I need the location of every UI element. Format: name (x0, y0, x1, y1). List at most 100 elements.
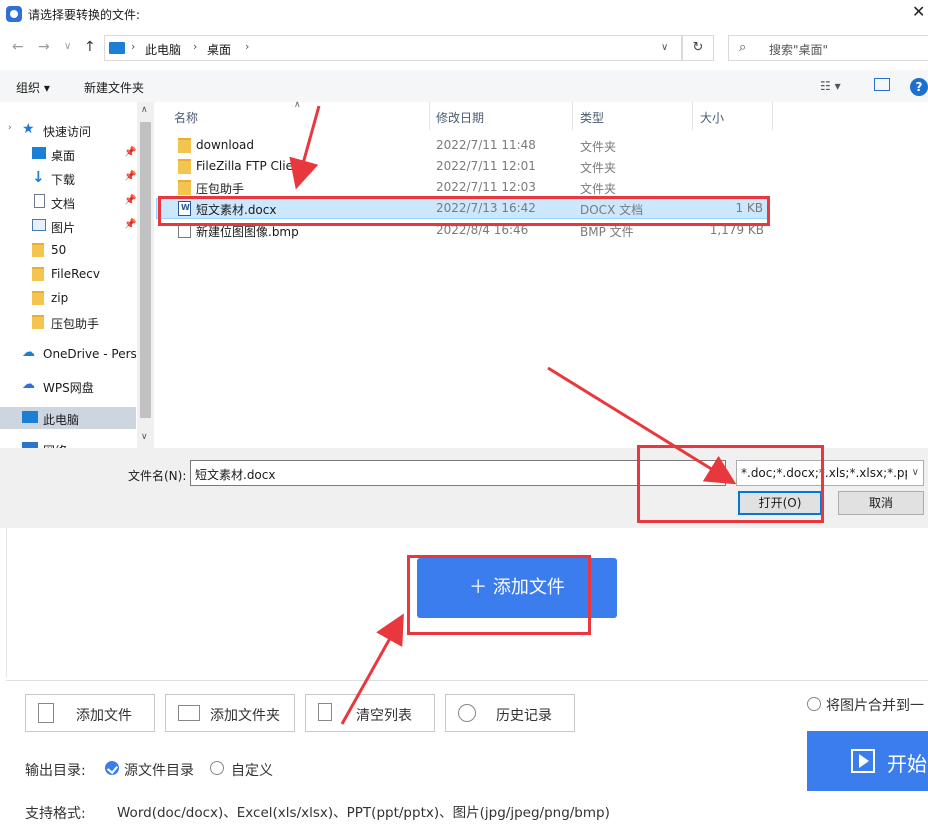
button-label: 历史记录 (496, 708, 552, 724)
add-folder-button[interactable]: 添加文件夹 (165, 694, 295, 732)
file-row[interactable]: download 2022/7/11 11:48 文件夹 (156, 135, 770, 156)
organize-menu[interactable]: 组织 ▾ (16, 79, 50, 96)
start-label: 开始 (887, 752, 927, 776)
open-file-dialog: 请选择要转换的文件: ✕ ← → ∨ ↑ › 此电脑 › 桌面 › ∨ ↻ ⌕ … (0, 0, 928, 528)
pin-icon[interactable]: 📌 (124, 147, 136, 158)
source-dir-label: 源文件目录 (124, 763, 194, 779)
file-list: ∧ 名称 修改日期 类型 大小 download 2022/7/11 11:48… (156, 100, 928, 448)
column-header-name[interactable]: 名称 (174, 109, 198, 126)
cancel-button[interactable]: 取消 (838, 491, 924, 515)
scroll-up-icon[interactable]: ∧ (141, 105, 148, 115)
nav-onedrive[interactable]: ☁ OneDrive - Perso (0, 343, 144, 365)
chevron-down-icon[interactable]: › (8, 123, 12, 133)
file-type-filter[interactable]: *.doc;*.docx;*.xls;*.xlsx;*.ppt;* ∨ (736, 460, 924, 486)
chevron-down-icon[interactable]: ∨ (714, 467, 721, 478)
filename-input[interactable]: 短文素材.docx ∨ (190, 460, 726, 486)
filename-value: 短文素材.docx (195, 468, 276, 482)
file-row[interactable]: FileZilla FTP Client 2022/7/11 12:01 文件夹 (156, 156, 770, 177)
file-date: 2022/7/11 12:01 (436, 159, 536, 173)
add-file-main-button[interactable]: ＋ 添加文件 (417, 558, 617, 618)
nav-scrollbar[interactable]: ∧ ∨ (137, 102, 154, 448)
new-folder-button[interactable]: 新建文件夹 (84, 79, 144, 96)
nav-label: 压包助手 (51, 317, 100, 331)
nav-label: 文档 (51, 197, 76, 211)
nav-folder-zip[interactable]: zip (0, 287, 136, 309)
breadcrumb-this-pc[interactable]: 此电脑 (145, 41, 181, 58)
scroll-down-icon[interactable]: ∨ (141, 432, 148, 442)
view-options-icon[interactable]: ☷ ▾ (820, 79, 841, 93)
preview-pane-icon[interactable] (874, 78, 890, 91)
nav-folder-compress-helper[interactable]: 压包助手 (0, 311, 136, 333)
folder-icon (32, 315, 44, 329)
history-button[interactable]: 历史记录 (445, 694, 575, 732)
scroll-thumb[interactable] (140, 122, 151, 418)
nav-label: FileRecv (51, 267, 100, 281)
nav-network[interactable]: 网络 (0, 438, 136, 448)
navigation-pane: › ★ 快速访问 桌面 📌 ↓ 下载 📌 文档 📌 图片 📌 50 FileRe… (0, 102, 156, 448)
nav-label: WPS网盘 (43, 381, 94, 395)
nav-desktop[interactable]: 桌面 📌 (0, 143, 136, 165)
custom-dir-radio[interactable] (210, 761, 224, 775)
breadcrumb-desktop[interactable]: 桌面 (207, 41, 231, 58)
nav-documents[interactable]: 文档 📌 (0, 191, 136, 213)
source-dir-radio[interactable] (105, 761, 119, 775)
add-folder-icon (178, 705, 200, 721)
dialog-toolbar: 组织 ▾ 新建文件夹 ☷ ▾ (0, 70, 928, 102)
nav-label: OneDrive - Perso (43, 347, 145, 361)
file-type: 文件夹 (580, 140, 617, 154)
close-icon[interactable]: ✕ (912, 2, 925, 21)
cloud-icon: ☁ (22, 345, 35, 360)
open-button[interactable]: 打开(O) (738, 491, 822, 515)
computer-icon (22, 411, 38, 423)
chevron-down-icon[interactable]: ∨ (661, 42, 668, 53)
up-arrow-icon[interactable]: ↑ (84, 39, 96, 55)
file-row[interactable]: 新建位图图像.bmp 2022/8/4 16:46 BMP 文件 1,179 K… (156, 220, 770, 241)
formats-label: 支持格式: (25, 806, 86, 822)
start-button[interactable]: 开始 (807, 731, 928, 791)
button-label: 清空列表 (356, 708, 412, 724)
folder-icon (32, 243, 44, 257)
nav-folder-50[interactable]: 50 (0, 239, 136, 261)
chevron-down-icon[interactable]: ∨ (912, 467, 919, 478)
help-icon[interactable]: ? (910, 78, 928, 96)
refresh-icon[interactable]: ↻ (682, 35, 714, 61)
folder-icon (32, 291, 44, 305)
file-name: 短文素材.docx (196, 203, 277, 217)
nav-label: 此电脑 (43, 413, 80, 427)
file-row[interactable]: 压包助手 2022/7/11 12:03 文件夹 (156, 177, 770, 198)
column-header-size[interactable]: 大小 (700, 109, 724, 126)
nav-quick-access[interactable]: › ★ 快速访问 (0, 119, 136, 141)
search-input[interactable]: ⌕ 搜索"桌面" (728, 35, 928, 61)
file-row-selected[interactable]: W 短文素材.docx 2022/7/13 16:42 DOCX 文档 1 KB (156, 198, 770, 219)
address-bar[interactable]: › 此电脑 › 桌面 › ∨ (104, 35, 682, 61)
divider (6, 680, 928, 681)
sort-up-icon: ∧ (294, 100, 301, 110)
download-icon: ↓ (32, 168, 45, 186)
add-file-button[interactable]: 添加文件 (25, 694, 155, 732)
nav-this-pc[interactable]: 此电脑 (0, 407, 136, 429)
merge-images-radio[interactable] (807, 697, 821, 711)
cloud-icon: ☁ (22, 377, 35, 392)
nav-wps-cloud[interactable]: ☁ WPS网盘 (0, 375, 136, 397)
column-separator (572, 102, 573, 130)
nav-pictures[interactable]: 图片 📌 (0, 215, 136, 237)
recent-chevron-down-icon[interactable]: ∨ (64, 41, 71, 52)
nav-folder-filerecv[interactable]: FileRecv (0, 263, 136, 285)
folder-icon (178, 180, 191, 195)
back-arrow-icon[interactable]: ← (12, 39, 24, 55)
pin-icon[interactable]: 📌 (124, 195, 136, 206)
forward-arrow-icon[interactable]: → (38, 39, 50, 55)
column-header-date[interactable]: 修改日期 (436, 109, 484, 126)
column-header-type[interactable]: 类型 (580, 109, 604, 126)
pin-icon[interactable]: 📌 (124, 219, 136, 230)
star-icon: ★ (22, 121, 35, 137)
filename-label: 文件名(N): (128, 469, 187, 483)
nav-downloads[interactable]: ↓ 下载 📌 (0, 167, 136, 189)
file-size: 1,179 KB (709, 223, 764, 237)
pin-icon[interactable]: 📌 (124, 171, 136, 182)
clear-list-button[interactable]: 清空列表 (305, 694, 435, 732)
file-name: 新建位图图像.bmp (196, 225, 299, 239)
nav-label: 桌面 (51, 149, 76, 163)
nav-label: 图片 (51, 221, 76, 235)
folder-icon (178, 159, 191, 174)
